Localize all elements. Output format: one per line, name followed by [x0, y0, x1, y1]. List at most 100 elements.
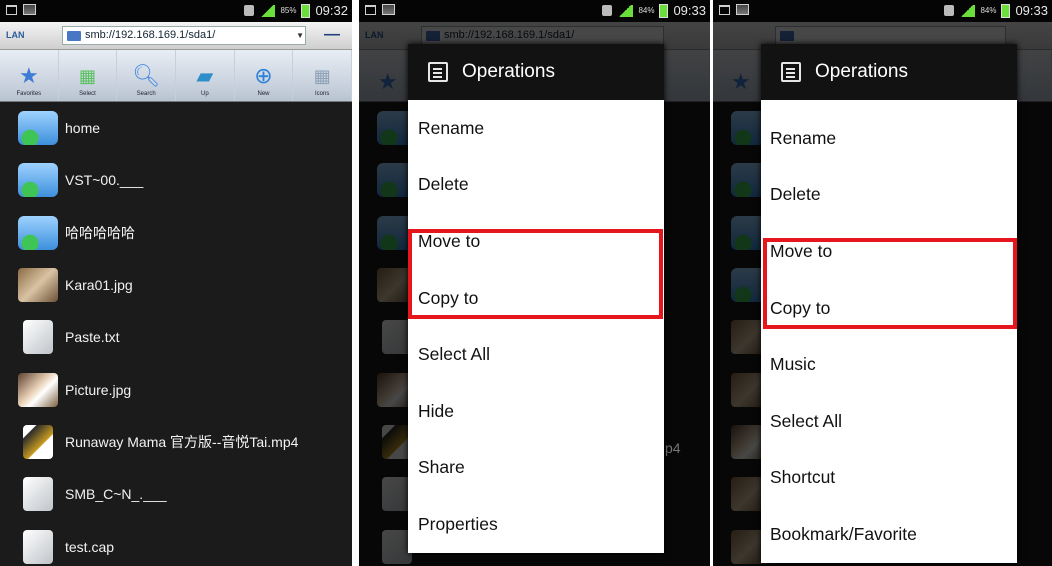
- text-file-icon: [23, 320, 53, 355]
- operations-icon: [428, 62, 448, 82]
- menu-item-delete[interactable]: Delete: [761, 167, 1017, 224]
- list-item[interactable]: Paste.txt: [0, 311, 352, 363]
- image-status-icon: [736, 4, 749, 15]
- list-item[interactable]: Picture.jpg: [0, 363, 352, 415]
- file-name: VST~00.___: [65, 172, 144, 189]
- menu-item-shortcut[interactable]: Shortcut: [761, 450, 1017, 507]
- folder-icon: [18, 215, 58, 250]
- dialog-header: Operations: [408, 44, 664, 100]
- signal-icon: [259, 4, 276, 17]
- view-grid-icon: ▦: [313, 66, 331, 86]
- menu-item-properties[interactable]: Properties: [408, 496, 664, 553]
- status-bar: 85% 09:32: [0, 0, 352, 22]
- search-button[interactable]: 🔍︎ Search: [117, 50, 177, 101]
- video-file-icon: [23, 424, 53, 459]
- home-status-icon: [365, 4, 376, 15]
- favorites-button[interactable]: ★ Favorites: [0, 50, 59, 101]
- image-file-icon: [18, 268, 58, 303]
- icons-label: Icons: [315, 91, 330, 97]
- text-file-icon: [23, 529, 53, 564]
- screen-file-list: 85% 09:32 LAN smb://192.168.169.1/sda1/ …: [0, 0, 352, 566]
- highlight-move-copy: [763, 238, 1017, 329]
- file-name: Kara01.jpg: [65, 277, 133, 294]
- search-label: Search: [136, 91, 156, 97]
- menu-item-music[interactable]: Music: [761, 336, 1017, 393]
- signal-icon: [959, 4, 976, 17]
- star-icon: ★: [18, 63, 39, 88]
- file-name: 哈哈哈哈哈: [65, 224, 135, 241]
- path-input[interactable]: smb://192.168.169.1/sda1/: [62, 26, 306, 45]
- menu-item-select-all[interactable]: Select All: [408, 326, 664, 383]
- toolbar: ★ Favorites ▦ Select 🔍︎ Search ▰ Up ⊕ New ▦ Ic…: [0, 50, 352, 102]
- image-file-icon: [18, 372, 58, 407]
- up-button[interactable]: ▰ Up: [176, 50, 235, 101]
- image-status-icon: [382, 4, 395, 15]
- battery-icon: [301, 3, 311, 18]
- menu-item-bookmark-favorite[interactable]: Bookmark/Favorite: [761, 506, 1017, 563]
- new-label: New: [257, 91, 270, 97]
- operations-icon: [781, 62, 801, 82]
- menu-item-rename[interactable]: Rename: [408, 100, 664, 157]
- list-item[interactable]: VST~00.___: [0, 154, 352, 206]
- chevron-down-icon[interactable]: ▼: [296, 31, 304, 40]
- menu-item-share[interactable]: Share: [408, 440, 664, 497]
- list-item[interactable]: SMB_C~N_.___: [0, 468, 352, 520]
- battery-percent: 85%: [280, 6, 297, 15]
- text-file-icon: [23, 477, 53, 512]
- file-list: home VST~00.___ 哈哈哈哈哈 Kara01.jpg Paste.t…: [0, 102, 352, 566]
- notification-icon: [944, 5, 955, 16]
- menu-item-rename[interactable]: Rename: [761, 110, 1017, 167]
- battery-percent: 84%: [980, 6, 997, 15]
- folder-icon: [18, 111, 58, 146]
- signal-icon: [617, 4, 634, 17]
- folder-icon: [18, 163, 58, 198]
- list-item[interactable]: home: [0, 102, 352, 154]
- battery-percent: 84%: [638, 6, 655, 15]
- home-status-icon: [719, 4, 730, 15]
- file-name: Picture.jpg: [65, 381, 132, 398]
- new-button[interactable]: ⊕ New: [235, 50, 294, 101]
- minimize-button[interactable]: —: [324, 26, 340, 44]
- file-name: home: [65, 120, 101, 137]
- select-label: Select: [79, 91, 96, 97]
- folder-up-icon: ▰: [196, 63, 214, 88]
- select-grid-icon: ▦: [79, 66, 97, 86]
- home-status-icon: [6, 4, 17, 15]
- network-drive-icon: [67, 31, 81, 41]
- path-text: smb://192.168.169.1/sda1/: [85, 29, 216, 41]
- file-name: test.cap: [65, 538, 115, 555]
- menu-item-hide[interactable]: Hide: [408, 383, 664, 440]
- list-item[interactable]: 哈哈哈哈哈: [0, 207, 352, 259]
- select-button[interactable]: ▦ Select: [59, 50, 118, 101]
- dialog-header: Operations: [761, 44, 1017, 100]
- status-bar: 84% 09:33: [713, 0, 1052, 22]
- clock: 09:33: [1015, 3, 1048, 18]
- battery-icon: [659, 3, 669, 18]
- list-item[interactable]: Runaway Mama 官方版--音悦Tai.mp4: [0, 416, 352, 468]
- image-status-icon: [23, 4, 36, 15]
- menu-list: Rename Delete Move to Copy to Music Sele…: [761, 100, 1017, 563]
- add-icon: ⊕: [254, 63, 273, 88]
- clock: 09:33: [673, 3, 706, 18]
- file-name: Runaway Mama 官方版--音悦Tai.mp4: [65, 433, 299, 450]
- file-name: SMB_C~N_.___: [65, 486, 167, 503]
- notification-icon: [244, 5, 255, 16]
- menu-item-select-all[interactable]: Select All: [761, 393, 1017, 450]
- status-bar: 84% 09:33: [359, 0, 710, 22]
- list-item[interactable]: test.cap: [0, 520, 352, 566]
- menu-item-delete[interactable]: Delete: [408, 157, 664, 214]
- list-item[interactable]: Kara01.jpg: [0, 259, 352, 311]
- clock: 09:32: [315, 3, 348, 18]
- file-name: Paste.txt: [65, 329, 120, 346]
- menu-list: Rename Delete Move to Copy to Select All…: [408, 100, 664, 553]
- highlight-move-copy: [408, 229, 663, 319]
- dialog-title: Operations: [815, 61, 908, 82]
- address-bar: LAN smb://192.168.169.1/sda1/ ▼ —: [0, 22, 352, 50]
- notification-icon: [602, 5, 613, 16]
- up-label: Up: [201, 91, 209, 97]
- favorites-label: Favorites: [16, 91, 42, 97]
- search-icon: 🔍︎: [132, 63, 161, 88]
- icons-view-button[interactable]: ▦ Icons: [293, 50, 352, 101]
- network-selector[interactable]: LAN: [6, 30, 25, 40]
- file-name-peek: p4: [665, 440, 681, 456]
